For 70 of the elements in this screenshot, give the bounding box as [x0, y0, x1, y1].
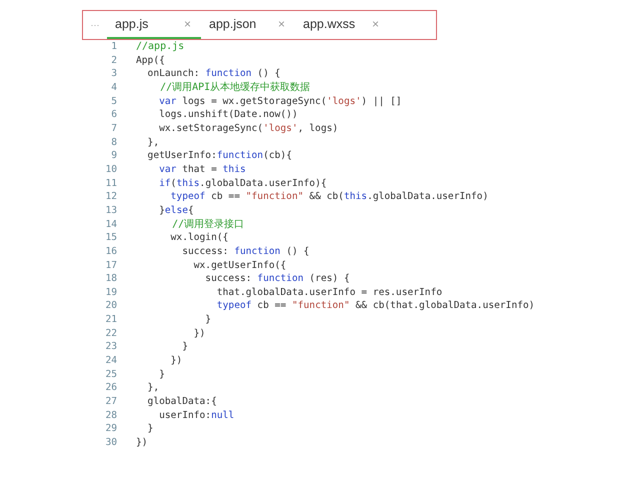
line-number: 10	[104, 162, 118, 177]
code-line: typeof cb == "function" && cb(this.globalData.userInfo)	[170, 190, 488, 204]
line-number: 24	[104, 354, 118, 368]
code-line: wx.login({	[170, 231, 228, 245]
code-line: })	[136, 436, 148, 450]
code-line: //调用API从本地缓存中获取数据	[159, 80, 310, 95]
code-line: var logs = wx.getStorageSync('logs') || []	[158, 94, 402, 108]
line-number: 3	[110, 67, 118, 81]
code-line: onLaunch: function () {	[146, 67, 280, 81]
close-icon[interactable]: ×	[372, 17, 379, 31]
line-number: 23	[104, 340, 118, 354]
line-number: 4	[110, 80, 118, 95]
line-number: 27	[104, 395, 118, 409]
editor-tab[interactable]: app.json ×	[201, 11, 295, 39]
line-number: 20	[104, 299, 118, 314]
code-line: }else{	[158, 204, 194, 218]
code-line: })	[170, 354, 182, 368]
line-number: 19	[104, 286, 118, 300]
code-line: }	[204, 313, 212, 327]
tab-label: app.js	[115, 17, 148, 31]
code-line: userInfo:null	[158, 408, 234, 422]
line-number: 28	[104, 408, 118, 422]
line-number: 15	[104, 231, 118, 245]
code-line: success: function () {	[181, 244, 310, 258]
line-number: 7	[110, 122, 118, 136]
code-line: })	[192, 326, 206, 340]
tab-label: app.json	[209, 17, 256, 31]
tab-label: app.wxss	[303, 17, 356, 31]
line-number: 8	[110, 136, 118, 150]
code-line: typeof cb == "function" && cb(that.globalData.userInfo)	[216, 299, 535, 314]
line-number: 29	[104, 422, 118, 436]
code-line: wx.getUserInfo({	[192, 258, 286, 272]
line-number: 1	[110, 40, 118, 54]
code-line: globalData:{	[146, 395, 217, 409]
line-number: 12	[104, 190, 118, 204]
close-icon[interactable]: ×	[184, 17, 191, 31]
close-icon[interactable]: ×	[278, 17, 285, 31]
line-number: 11	[104, 176, 118, 190]
editor-tab[interactable]: app.js ×	[107, 11, 201, 39]
line-number: 17	[104, 258, 118, 272]
code-line: wx.setStorageSync('logs', logs)	[158, 122, 338, 136]
code-line: //调用登录接口	[171, 218, 244, 232]
code-line: if(this.globalData.userInfo){	[158, 176, 327, 190]
line-number: 21	[104, 313, 118, 327]
code-line: //app.js	[136, 40, 184, 54]
line-number: 18	[104, 272, 118, 286]
line-number: 26	[104, 381, 118, 396]
line-number: 25	[104, 368, 118, 382]
more-tabs-button[interactable]: ···	[83, 11, 107, 39]
code-line: App({	[136, 54, 165, 68]
line-number: 9	[110, 149, 118, 163]
code-line: that.globalData.userInfo = res.userInfo	[216, 286, 442, 300]
code-line: logs.unshift(Date.now())	[158, 108, 298, 122]
line-number: 13	[104, 204, 118, 218]
code-line: },	[146, 381, 160, 396]
code-line: }	[158, 368, 165, 382]
line-number: 6	[110, 108, 118, 122]
line-number: 30	[104, 436, 118, 450]
code-line: getUserInfo:function(cb){	[146, 149, 292, 163]
line-number: 2	[110, 54, 118, 68]
code-line: },	[146, 136, 160, 150]
line-number: 5	[110, 94, 118, 108]
line-number: 16	[104, 244, 118, 258]
code-line: var that = this	[158, 162, 246, 177]
code-line: }	[181, 340, 188, 354]
line-number: 14	[104, 218, 118, 232]
code-line: success: function (res) {	[204, 272, 350, 286]
editor-tab[interactable]: app.wxss ×	[295, 11, 389, 39]
line-number: 22	[104, 326, 118, 340]
code-line: }	[146, 422, 154, 436]
